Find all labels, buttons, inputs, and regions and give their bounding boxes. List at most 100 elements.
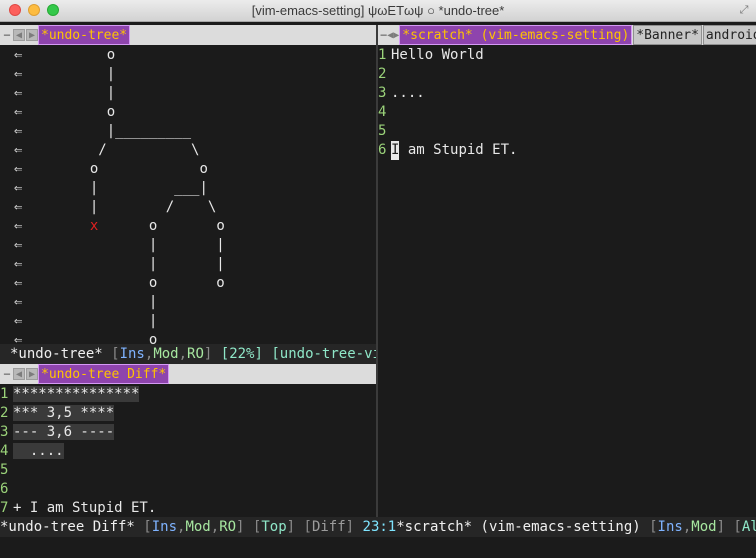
modeline-linecol: 23:1 [354, 519, 397, 535]
triangle-right-icon[interactable]: ▶ [26, 368, 38, 380]
modeline-bracket: ] [345, 519, 355, 535]
modeline-sep: , [210, 519, 220, 535]
tabbar-undo-tree: − ◀ ▶ *undo-tree* [0, 25, 376, 45]
line-number: 5 [0, 462, 9, 478]
title-bar: [vim-emacs-setting] ψωETωψ ○ *undo-tree*… [0, 0, 756, 22]
tab-scratch[interactable]: *scratch* (vim-emacs-setting) [399, 25, 633, 45]
undo-tree-branches: | [30, 85, 116, 101]
modeline-ins-flag: Ins [657, 519, 683, 535]
line-number: 4 [378, 104, 387, 120]
undo-tree-row[interactable]: ⇐ o o [14, 160, 208, 179]
line-number: 2 [0, 405, 9, 421]
triangle-right-icon[interactable]: ▶ [26, 29, 38, 41]
undo-tree-row[interactable]: ⇐ o [14, 103, 115, 122]
text-line[interactable]: 5 [0, 461, 13, 480]
undo-tree-row[interactable]: ⇐ / \ [14, 141, 199, 160]
triangle-left-icon[interactable]: ◀ [13, 368, 25, 380]
modeline-bracket: ] [203, 346, 221, 362]
text-line[interactable]: 7 + I am Stupid ET. [0, 499, 156, 517]
undo-tree-branches: | / \ [30, 199, 217, 215]
line-number: 2 [378, 66, 387, 82]
window-title: [vim-emacs-setting] ψωETωψ ○ *undo-tree* [251, 3, 505, 18]
line-number: 6 [378, 142, 387, 158]
undo-tree-row[interactable]: ⇐ | ___| [14, 179, 208, 198]
modeline-bracket: ] [ [286, 519, 312, 535]
modeline-bracket: ] [ [236, 519, 262, 535]
line-text: Hello World [391, 47, 484, 63]
scratch-buffer-pane[interactable]: 1 Hello World 2 3.... 4 5 6 I am Stupid ET. [378, 45, 756, 517]
text-line[interactable]: 6I am Stupid ET. [378, 141, 517, 160]
undo-tree-row[interactable]: ⇐ o [14, 331, 157, 345]
modeline-bracket: [ [640, 519, 658, 535]
undo-tree-diff-pane[interactable]: 1 *************** 2 *** 3,5 **** 3 --- 3,6 --… [0, 384, 376, 517]
undo-tree-row[interactable]: ⇐ x o o [14, 217, 225, 236]
undo-tree-row[interactable]: ⇐ | [14, 84, 115, 103]
modeline-major-mode[interactable]: [undo-tree-visu [263, 346, 376, 362]
undo-tree-branches: o [30, 47, 116, 63]
undo-tree-row[interactable]: ⇐ o [14, 46, 115, 65]
undo-tree-row[interactable]: ⇐ | | [14, 255, 225, 274]
undo-tree-pane[interactable]: ⇐ o ⇐ | ⇐ | ⇐ o ⇐ |_________ ⇐ / \ ⇐ o o ⇐ | __… [0, 45, 376, 345]
tab-undo-tree[interactable]: *undo-tree* [38, 25, 131, 45]
text-line[interactable]: 6 [0, 480, 13, 499]
line-number: 1 [378, 47, 387, 63]
text-line[interactable]: 4 .... [0, 442, 64, 461]
text-line[interactable]: 2 [378, 65, 391, 84]
modeline-position: Top [261, 519, 287, 535]
undo-tree-branches: | ___| [30, 180, 208, 196]
modeline-diff-buffer: *undo-tree Diff* [0, 519, 135, 535]
modeline-ro-flag: RO [187, 346, 204, 362]
line-text: *************** [13, 386, 140, 402]
text-line[interactable]: 5 [378, 122, 391, 141]
text-line[interactable]: 3 --- 3,6 ---- [0, 423, 115, 442]
tab-banner[interactable]: *Banner* [633, 25, 702, 45]
tab-undo-tree-diff[interactable]: *undo-tree Diff* [38, 364, 170, 384]
fullscreen-icon[interactable]: ⤢ [738, 4, 750, 16]
undo-tree-branches [31, 218, 90, 234]
modeline-buffer-name: *undo-tree* [10, 346, 103, 362]
minus-icon[interactable]: − [2, 367, 12, 381]
undo-tree-branches: | | [30, 256, 225, 272]
undo-tree-branches: | [30, 294, 158, 310]
line-number: 7 [0, 500, 9, 516]
undo-tree-row[interactable]: ⇐ | / \ [14, 198, 216, 217]
line-text: + I am Stupid ET. [13, 500, 157, 516]
undo-tree-branches: | [30, 313, 158, 329]
undo-tree-branches: o [30, 104, 116, 120]
undo-tree-branches: / \ [30, 142, 200, 158]
modeline-ins-flag: Ins [151, 519, 178, 535]
undo-tree-row[interactable]: ⇐ | [14, 293, 157, 312]
undo-tree-branches: |_________ [30, 123, 192, 139]
line-text: .... [13, 443, 64, 459]
minus-icon[interactable]: − [2, 28, 12, 42]
text-line[interactable]: 1 *************** [0, 385, 140, 404]
modeline-major-mode[interactable]: Diff [312, 519, 346, 535]
tabbar-undo-tree-diff: − ◀ ▶ *undo-tree Diff* [0, 364, 376, 384]
undo-tree-row[interactable]: ⇐ | [14, 312, 157, 331]
line-text: .... [391, 85, 425, 101]
minus-icon[interactable]: − [380, 28, 387, 42]
undo-tree-row[interactable]: ⇐ |_________ [14, 122, 191, 141]
triangle-left-icon[interactable]: ◀ [13, 29, 25, 41]
text-line[interactable]: 2 *** 3,5 **** [0, 404, 115, 423]
undo-tree-branches: o o [98, 218, 225, 234]
tab-android[interactable]: android [702, 25, 756, 45]
undo-tree-row[interactable]: ⇐ | | [14, 236, 225, 255]
undo-tree-row[interactable]: ⇐ | [14, 65, 115, 84]
text-line[interactable]: 4 [378, 103, 391, 122]
line-number: 3 [378, 85, 387, 101]
text-line[interactable]: 1 Hello World [378, 46, 484, 65]
undo-tree-branches: o o [30, 275, 225, 291]
undo-tree-row[interactable]: ⇐ o o [14, 274, 225, 293]
text-line[interactable]: 3.... [378, 84, 425, 103]
